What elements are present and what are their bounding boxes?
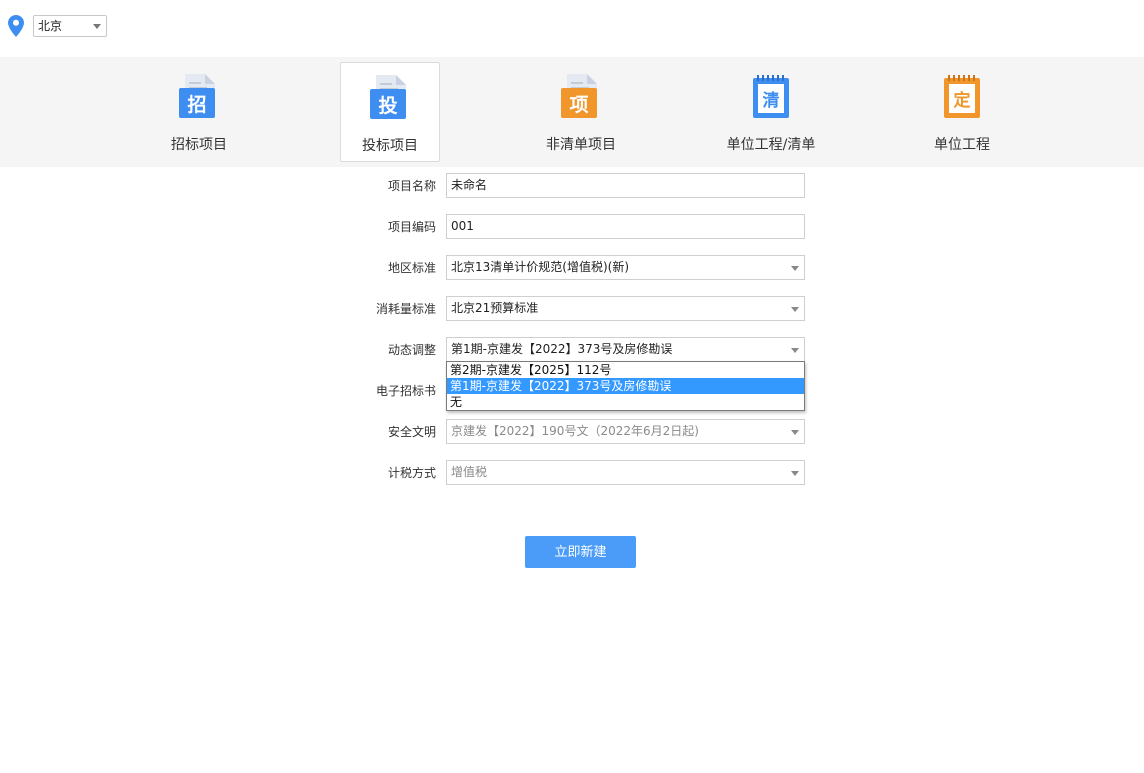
row-tax-method: 计税方式 增值税 <box>0 460 1144 486</box>
consumption-standard-label: 消耗量标准 <box>375 302 436 316</box>
dynamic-adjustment-value: 第1期-京建发【2022】373号及房修勘误 <box>451 342 673 356</box>
city-select[interactable]: 北京 <box>33 15 107 37</box>
row-safe-civilized: 安全文明 京建发【2022】190号文（2022年6月2日起) <box>0 419 1144 445</box>
dynamic-adjustment-select[interactable]: 第1期-京建发【2022】373号及房修勘误 <box>446 337 805 362</box>
dynamic-adjustment-dropdown: 第2期-京建发【2025】112号 第1期-京建发【2022】373号及房修勘误… <box>446 361 805 411</box>
project-name-input[interactable]: 未命名 <box>446 173 805 198</box>
project-doc-glyph: 项 <box>569 94 588 116</box>
tax-method-value: 增值税 <box>451 465 488 479</box>
chevron-down-icon <box>791 471 799 476</box>
tender-doc-glyph: 投 <box>378 94 397 117</box>
tab-tender-project[interactable]: 投 投标项目 <box>340 62 440 162</box>
project-type-tabs: 招 招标项目 投 投标项目 项 非清单项目 清 单位工程/清单 定 单位工程 <box>0 57 1144 167</box>
list-notebook-glyph: 清 <box>763 90 780 111</box>
region-standard-label: 地区标准 <box>387 261 436 275</box>
row-region-standard: 地区标准 北京13清单计价规范(增值税)(新) <box>0 255 1144 281</box>
tab-bid-project-label: 招标项目 <box>171 137 227 153</box>
list-notebook-icon: 清 <box>753 75 789 118</box>
chevron-down-icon <box>791 307 799 312</box>
top-bar: 北京 <box>0 0 1144 57</box>
project-code-input[interactable]: 001 <box>446 214 805 239</box>
row-consumption-standard: 消耗量标准 北京21预算标准 <box>0 296 1144 322</box>
city-select-value: 北京 <box>38 19 63 33</box>
tax-method-label: 计税方式 <box>387 466 436 480</box>
consumption-standard-select[interactable]: 北京21预算标准 <box>446 296 805 321</box>
project-code-label: 项目编码 <box>387 220 436 234</box>
chevron-down-icon <box>791 348 799 353</box>
tab-non-list-project[interactable]: 项 非清单项目 <box>531 62 631 162</box>
row-project-name: 项目名称 未命名 <box>0 173 1144 199</box>
tab-unit-project-label: 单位工程 <box>934 137 990 153</box>
row-dynamic-adjustment: 动态调整 第1期-京建发【2022】373号及房修勘误 <box>0 337 1144 363</box>
tab-non-list-project-label: 非清单项目 <box>546 137 616 153</box>
dynamic-adjustment-label: 动态调整 <box>387 343 436 357</box>
consumption-standard-value: 北京21预算标准 <box>451 301 539 315</box>
quota-notebook-icon: 定 <box>944 75 980 118</box>
dropdown-option-selected[interactable]: 第1期-京建发【2022】373号及房修勘误 <box>447 378 804 394</box>
dropdown-option[interactable]: 无 <box>447 394 804 410</box>
region-standard-select[interactable]: 北京13清单计价规范(增值税)(新) <box>446 255 805 280</box>
bid-doc-icon: 招 <box>179 74 215 118</box>
location-pin-icon <box>8 15 24 37</box>
region-standard-value: 北京13清单计价规范(增值税)(新) <box>451 260 629 274</box>
project-name-label: 项目名称 <box>387 179 436 193</box>
tab-bid-project[interactable]: 招 招标项目 <box>149 62 249 162</box>
safe-civilized-select[interactable]: 京建发【2022】190号文（2022年6月2日起) <box>446 419 805 444</box>
dropdown-option[interactable]: 第2期-京建发【2025】112号 <box>447 362 804 378</box>
row-project-code: 项目编码 001 <box>0 214 1144 240</box>
bid-doc-glyph: 招 <box>187 93 206 116</box>
create-now-button[interactable]: 立即新建 <box>525 536 636 568</box>
safe-civilized-value: 京建发【2022】190号文（2022年6月2日起) <box>451 424 699 438</box>
quota-notebook-glyph: 定 <box>954 90 971 111</box>
safe-civilized-label: 安全文明 <box>387 425 436 439</box>
tab-tender-project-label: 投标项目 <box>362 138 418 154</box>
project-doc-icon: 项 <box>561 74 597 118</box>
tender-doc-icon: 投 <box>370 75 406 119</box>
chevron-down-icon <box>791 430 799 435</box>
tab-unit-project-list-label: 单位工程/清单 <box>726 137 816 153</box>
tax-method-select[interactable]: 增值税 <box>446 460 805 485</box>
e-tender-doc-label: 电子招标书 <box>375 384 436 398</box>
tab-unit-project[interactable]: 定 单位工程 <box>912 62 1012 162</box>
chevron-down-icon <box>93 24 101 29</box>
tab-unit-project-list[interactable]: 清 单位工程/清单 <box>711 62 831 162</box>
chevron-down-icon <box>791 266 799 271</box>
